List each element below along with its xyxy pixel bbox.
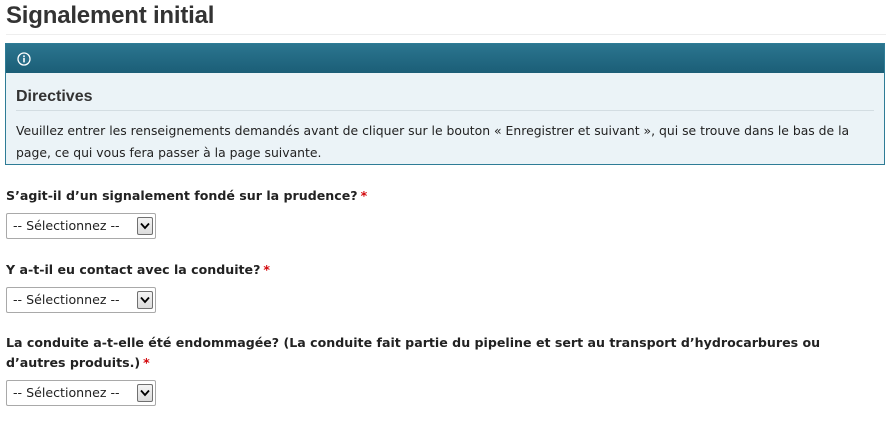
title-divider	[6, 34, 886, 35]
directives-text: Veuillez entrer les renseignements deman…	[16, 123, 850, 160]
question-label: S’agit-il d’un signalement fondé sur la …	[6, 186, 866, 206]
dropdown-arrow-icon[interactable]	[137, 291, 153, 309]
dropdown-arrow-icon[interactable]	[137, 217, 153, 235]
damage-select[interactable]: -- Sélectionnez --	[6, 380, 156, 406]
select-value: -- Sélectionnez --	[13, 292, 120, 307]
question-prudence: S’agit-il d’un signalement fondé sur la …	[6, 186, 866, 239]
directives-title: Directives	[16, 88, 93, 105]
info-icon	[17, 51, 31, 66]
question-damage: La conduite a-t-elle été endommagée? (La…	[6, 333, 866, 406]
required-mark: *	[263, 262, 270, 277]
required-mark: *	[360, 188, 368, 203]
directives-header-bar	[6, 44, 884, 73]
question-label: La conduite a-t-elle été endommagée? (La…	[6, 333, 866, 373]
required-mark: *	[143, 355, 150, 370]
question-contact: Y a-t-il eu contact avec la conduite? * -…	[6, 260, 866, 313]
directives-panel: Directives Veuillez entrer les renseigne…	[5, 43, 885, 165]
question-label: Y a-t-il eu contact avec la conduite? *	[6, 260, 866, 280]
prudence-select[interactable]: -- Sélectionnez --	[6, 213, 156, 239]
directives-divider	[16, 110, 874, 111]
page: Signalement initial Directives Veuillez …	[0, 0, 893, 424]
question-label-text: La conduite a-t-elle été endommagée? (La…	[6, 335, 821, 370]
contact-select[interactable]: -- Sélectionnez --	[6, 287, 156, 313]
dropdown-arrow-icon[interactable]	[137, 384, 153, 402]
select-value: -- Sélectionnez --	[13, 385, 120, 400]
question-label-text: Y a-t-il eu contact avec la conduite?	[6, 262, 261, 277]
question-label-text: S’agit-il d’un signalement fondé sur la …	[6, 188, 358, 203]
page-title: Signalement initial	[6, 2, 215, 29]
select-value: -- Sélectionnez --	[13, 218, 120, 233]
